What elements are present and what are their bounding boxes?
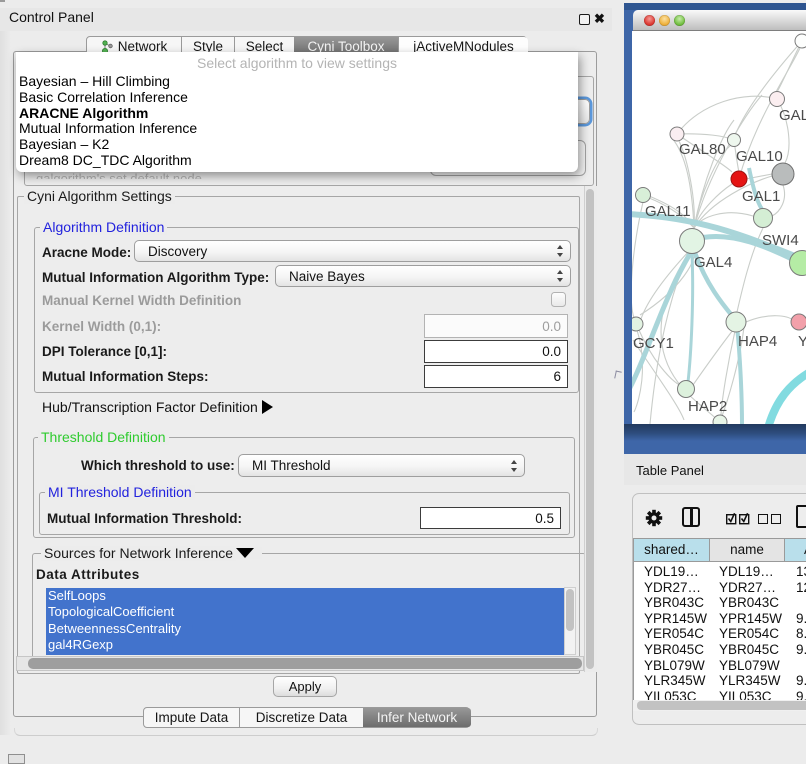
svg-text:HAP2: HAP2 (688, 398, 727, 415)
svg-text:GAL4: GAL4 (694, 254, 732, 271)
svg-text:GCY1: GCY1 (633, 335, 674, 352)
svg-text:GAL80: GAL80 (679, 141, 726, 158)
svg-text:GAL7: GAL7 (779, 107, 806, 124)
svg-text:GAL11: GAL11 (645, 203, 691, 220)
svg-text:HAP4: HAP4 (738, 333, 777, 350)
svg-text:SWI4: SWI4 (762, 232, 799, 249)
svg-text:Y: Y (798, 333, 806, 350)
svg-text:GAL10: GAL10 (736, 148, 783, 165)
svg-text:GAL1: GAL1 (742, 188, 780, 205)
